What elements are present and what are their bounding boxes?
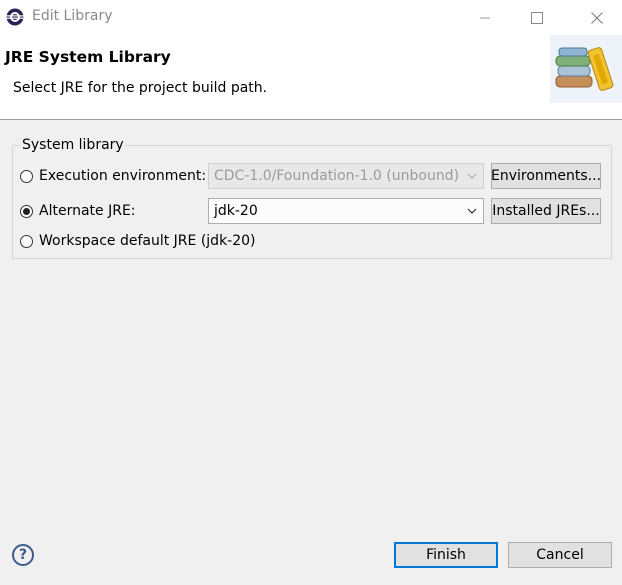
finish-button[interactable]: Finish (394, 542, 498, 568)
minimize-icon (480, 17, 490, 18)
radio-label: Execution environment: (39, 168, 207, 184)
eclipse-app-icon (5, 7, 25, 27)
minimize-button[interactable] (462, 0, 508, 35)
help-icon: ? (18, 547, 28, 563)
close-icon (591, 11, 603, 24)
maximize-button[interactable] (514, 0, 560, 35)
chevron-down-icon (467, 208, 477, 214)
combo-value: jdk-20 (214, 203, 258, 219)
cancel-button[interactable]: Cancel (508, 542, 612, 568)
title-bar: Edit Library (0, 0, 622, 35)
page-title: JRE System Library (5, 48, 171, 66)
workspace-default-radio[interactable]: Workspace default JRE (jdk-20) (20, 231, 256, 251)
group-label: System library (20, 137, 126, 153)
maximize-icon (531, 11, 543, 24)
window-title: Edit Library (32, 8, 113, 24)
radio-indicator (20, 169, 33, 183)
alternate-jre-combo[interactable]: jdk-20 (208, 198, 484, 224)
radio-indicator (20, 234, 33, 248)
dialog-header: JRE System Library Select JRE for the pr… (0, 35, 622, 120)
page-description: Select JRE for the project build path. (13, 80, 268, 96)
installed-jres-button[interactable]: Installed JREs... (491, 198, 601, 224)
alternate-jre-radio[interactable]: Alternate JRE: (20, 201, 136, 221)
help-button[interactable]: ? (12, 544, 34, 566)
radio-label: Alternate JRE: (39, 203, 136, 219)
radio-label: Workspace default JRE (jdk-20) (39, 233, 256, 249)
environments-button[interactable]: Environments... (491, 163, 601, 189)
close-button[interactable] (574, 0, 620, 35)
execution-environment-radio[interactable]: Execution environment: (20, 166, 206, 186)
combo-value: CDC-1.0/Foundation-1.0 (unbound) (214, 168, 460, 184)
radio-indicator (20, 204, 33, 218)
chevron-down-icon (467, 173, 477, 179)
execution-environment-combo[interactable]: CDC-1.0/Foundation-1.0 (unbound) (208, 163, 484, 189)
library-books-icon (550, 35, 622, 103)
